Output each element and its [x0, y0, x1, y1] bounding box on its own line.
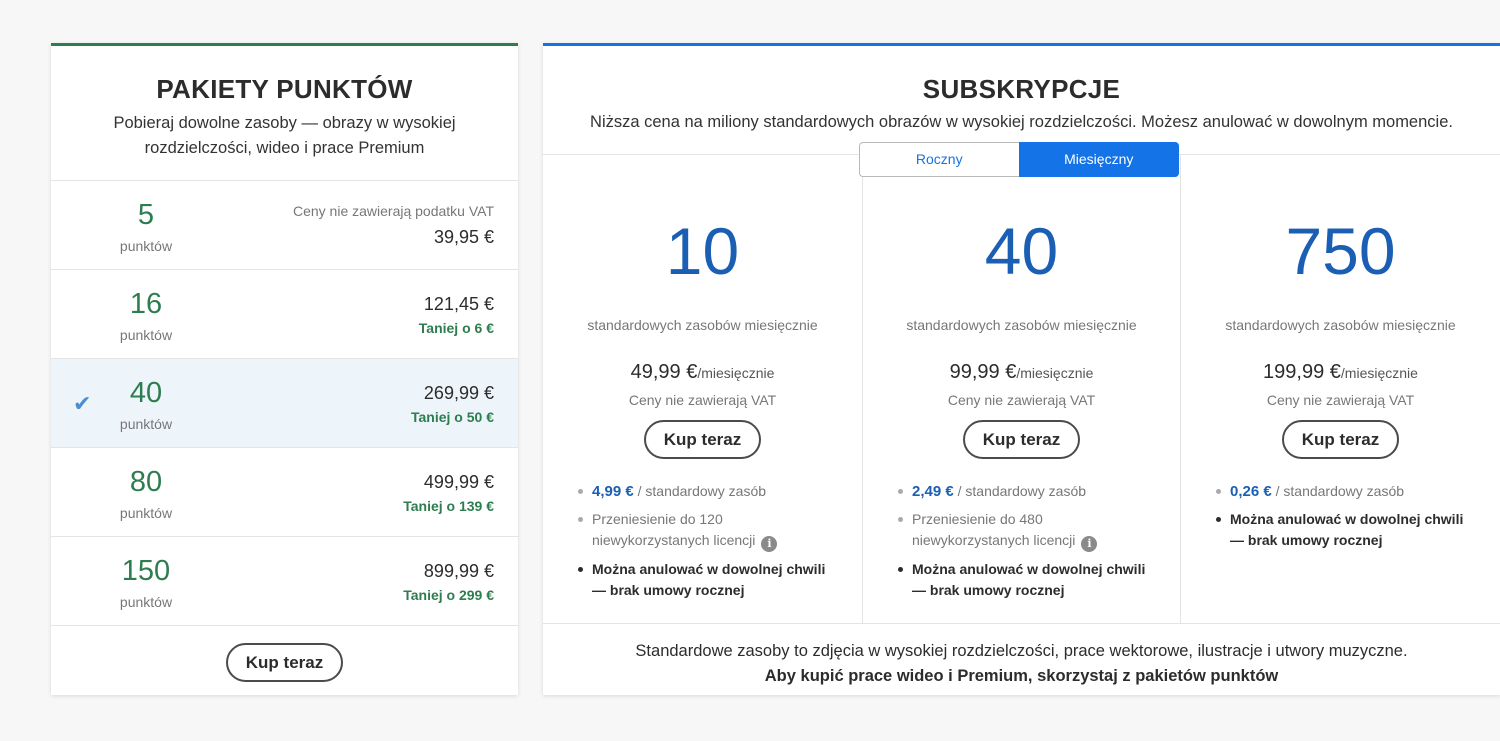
- rollover-text: Przeniesienie do 480 niewykorzystanych l…: [912, 511, 1076, 548]
- plan-description: standardowych zasobów miesięcznie: [906, 317, 1137, 333]
- pack-unit: punktów: [119, 238, 173, 254]
- buy-credits-button[interactable]: Kup teraz: [225, 643, 344, 682]
- pack-unit: punktów: [119, 594, 173, 610]
- plan-price-line: 99,99 €/miesięcznie: [863, 361, 1180, 384]
- info-icon[interactable]: i: [761, 536, 778, 552]
- rollover-text: Przeniesienie do 120 niewykorzystanych l…: [592, 511, 756, 548]
- subscriptions-header: SUBSKRYPCJE Niższa cena na miliony stand…: [543, 46, 1500, 155]
- subscription-plan: 40 standardowych zasobów miesięcznie 99,…: [862, 155, 1181, 623]
- buy-plan-button[interactable]: Kup teraz: [1281, 420, 1400, 459]
- plan-description: standardowych zasobów miesięcznie: [587, 317, 818, 333]
- pack-count: 16: [129, 288, 163, 320]
- tab-annual[interactable]: Roczny: [859, 142, 1019, 177]
- credit-pack-row[interactable]: 16 punktów 121,45 € Taniej o 6 €: [51, 270, 518, 359]
- subscriptions-footer: Standardowe zasoby to zdjęcia w wysokiej…: [543, 623, 1500, 698]
- subscription-plan: 10 standardowych zasobów miesięcznie 49,…: [543, 155, 862, 623]
- info-icon[interactable]: i: [1081, 536, 1098, 552]
- plan-description: standardowych zasobów miesięcznie: [1225, 317, 1456, 333]
- plan-price: 99,99 €: [949, 361, 1017, 383]
- credit-packs-subtitle: Pobieraj dowolne zasoby — obrazy w wysok…: [113, 114, 456, 157]
- pack-saving: Taniej o 6 €: [418, 320, 494, 336]
- pack-unit: punktów: [119, 416, 173, 432]
- unit-price: 2,49 €: [912, 483, 954, 500]
- plan-amount: 10: [665, 214, 740, 288]
- pack-price: 121,45 €: [423, 294, 494, 314]
- plan-amount: 40: [984, 214, 1059, 288]
- pack-count: 80: [129, 466, 163, 498]
- plan-feature-cancel: Można anulować w dowolnej chwili — brak …: [578, 559, 840, 601]
- plan-vat-note: Ceny nie zawierają VAT: [947, 392, 1096, 408]
- pack-count: 5: [137, 199, 155, 231]
- pack-saving: Taniej o 139 €: [403, 498, 494, 514]
- credit-pack-row[interactable]: 80 punktów 499,99 € Taniej o 139 €: [51, 448, 518, 537]
- plan-feature-cancel: Można anulować w dowolnej chwili — brak …: [1216, 509, 1478, 551]
- pack-count: 150: [121, 555, 171, 587]
- plan-feature-rollover: Przeniesienie do 480 niewykorzystanych l…: [898, 509, 1158, 552]
- plan-period: /miesięcznie: [1340, 365, 1418, 381]
- pack-saving: Taniej o 299 €: [403, 587, 494, 603]
- credit-pack-row[interactable]: 5 punktów Ceny nie zawierają podatku VAT…: [51, 181, 518, 270]
- credit-packs-card: PAKIETY PUNKTÓW Pobieraj dowolne zasoby …: [51, 43, 518, 695]
- footer-premium-note: Aby kupić prace wideo i Premium, skorzys…: [764, 667, 1279, 685]
- unit-price: 4,99 €: [592, 483, 634, 500]
- plan-vat-note: Ceny nie zawierają VAT: [628, 392, 777, 408]
- plan-period: /miesięcznie: [697, 365, 775, 381]
- buy-plan-button[interactable]: Kup teraz: [962, 420, 1081, 459]
- pack-price: 899,99 €: [423, 561, 494, 581]
- plan-feature-rollover: Przeniesienie do 120 niewykorzystanych l…: [578, 509, 840, 552]
- tab-monthly[interactable]: Miesięczny: [1018, 142, 1179, 177]
- pack-price: 39,95 €: [433, 227, 494, 247]
- vat-note: Ceny nie zawierają podatku VAT: [292, 203, 494, 219]
- unit-price: 0,26 €: [1230, 483, 1272, 500]
- plan-feature-cancel: Można anulować w dowolnej chwili — brak …: [898, 559, 1158, 601]
- plan-price-line: 199,99 €/miesięcznie: [1181, 361, 1500, 384]
- plan-features: 4,99 € / standardowy zasób Przeniesienie…: [578, 481, 840, 608]
- plan-price-line: 49,99 €/miesięcznie: [543, 361, 862, 384]
- footer-standard-assets-note: Standardowe zasoby to zdjęcia w wysokiej…: [635, 642, 1408, 660]
- credit-packs-footer: Kup teraz: [51, 626, 518, 699]
- plan-price: 199,99 €: [1263, 361, 1341, 383]
- plan-features: 0,26 € / standardowy zasób Można anulowa…: [1216, 481, 1478, 558]
- pack-unit: punktów: [119, 505, 173, 521]
- credit-packs-header: PAKIETY PUNKTÓW Pobieraj dowolne zasoby …: [51, 46, 518, 181]
- plan-feature-unit-price: 0,26 € / standardowy zasób: [1216, 481, 1478, 502]
- pack-unit: punktów: [119, 327, 173, 343]
- subscriptions-subtitle: Niższa cena na miliony standardowych obr…: [590, 113, 1453, 131]
- unit-price-suffix: / standardowy zasób: [633, 483, 767, 499]
- unit-price-suffix: / standardowy zasób: [953, 483, 1087, 499]
- subscriptions-title: SUBSKRYPCJE: [922, 74, 1121, 104]
- credit-pack-row-selected[interactable]: ✔ 40 punktów 269,99 € Taniej o 50 €: [51, 359, 518, 448]
- plan-feature-unit-price: 2,49 € / standardowy zasób: [898, 481, 1158, 502]
- credit-packs-title: PAKIETY PUNKTÓW: [156, 74, 413, 104]
- unit-price-suffix: / standardowy zasób: [1271, 483, 1405, 499]
- plan-amount: 750: [1285, 214, 1396, 288]
- plan-feature-unit-price: 4,99 € / standardowy zasób: [578, 481, 840, 502]
- pack-count: 40: [129, 377, 163, 409]
- buy-plan-button[interactable]: Kup teraz: [643, 420, 762, 459]
- billing-toggle: Roczny Miesięczny: [859, 142, 1179, 177]
- plan-vat-note: Ceny nie zawierają VAT: [1266, 392, 1415, 408]
- subscriptions-card: SUBSKRYPCJE Niższa cena na miliony stand…: [543, 43, 1500, 695]
- plan-period: /miesięcznie: [1016, 365, 1094, 381]
- pack-price: 499,99 €: [423, 472, 494, 492]
- plan-price: 49,99 €: [630, 361, 698, 383]
- plan-features: 2,49 € / standardowy zasób Przeniesienie…: [898, 481, 1158, 608]
- subscription-plan: 750 standardowych zasobów miesięcznie 19…: [1181, 155, 1500, 623]
- checkmark-icon: ✔: [73, 391, 92, 416]
- pack-price: 269,99 €: [423, 383, 494, 403]
- credit-pack-row[interactable]: 150 punktów 899,99 € Taniej o 299 €: [51, 537, 518, 626]
- pack-saving: Taniej o 50 €: [411, 409, 494, 425]
